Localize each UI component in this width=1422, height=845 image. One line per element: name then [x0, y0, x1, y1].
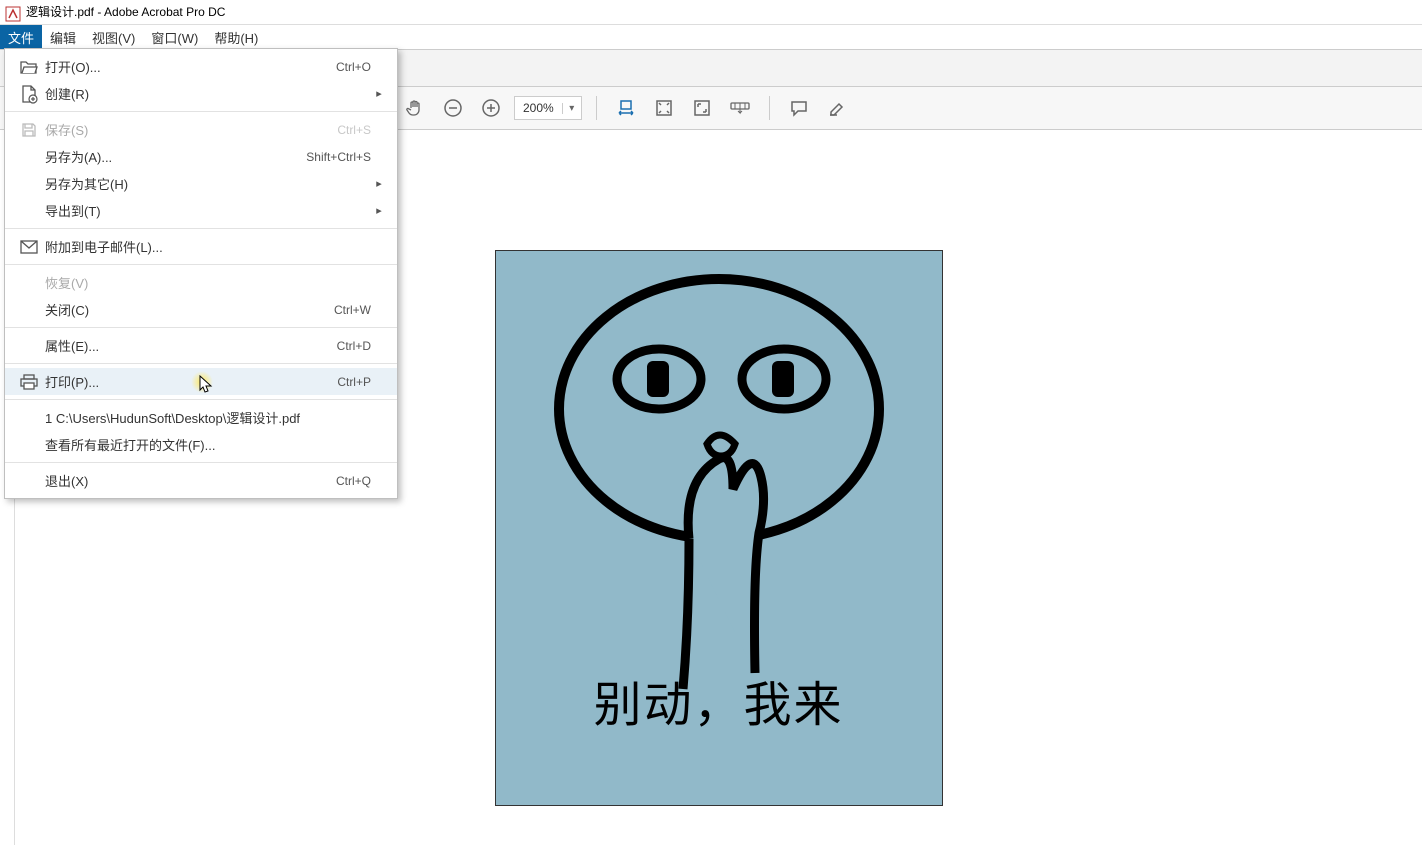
menu-item-view-recent[interactable]: 查看所有最近打开的文件(F)... [5, 431, 397, 458]
fit-page-button[interactable] [649, 93, 679, 123]
acrobat-icon [6, 5, 20, 19]
menu-item-export[interactable]: 导出到(T) ▸ [5, 197, 397, 224]
menu-help[interactable]: 帮助(H) [206, 25, 266, 49]
menu-item-open[interactable]: 打开(O)... Ctrl+O [5, 53, 397, 80]
image-caption: 别动，我来 [593, 665, 843, 735]
menu-item-attach-email[interactable]: 附加到电子邮件(L)... [5, 233, 397, 260]
fullscreen-button[interactable] [687, 93, 717, 123]
menu-item-saveas[interactable]: 另存为(A)... Shift+Ctrl+S [5, 143, 397, 170]
cursor-icon [199, 375, 213, 398]
menu-divider [5, 111, 397, 112]
menu-item-properties[interactable]: 属性(E)... Ctrl+D [5, 332, 397, 359]
file-add-icon [15, 85, 43, 103]
submenu-arrow-icon: ▸ [371, 87, 387, 100]
zoom-combo[interactable]: 200% ▾ [514, 96, 582, 120]
submenu-arrow-icon: ▸ [371, 177, 387, 190]
menu-divider [5, 264, 397, 265]
submenu-arrow-icon: ▸ [371, 204, 387, 217]
menu-item-print[interactable]: 打印(P)... Ctrl+P [5, 368, 397, 395]
menu-divider [5, 363, 397, 364]
cartoon-figure-image [539, 269, 899, 689]
menu-divider [5, 399, 397, 400]
menu-divider [5, 462, 397, 463]
menu-file[interactable]: 文件 [0, 25, 42, 49]
hand-tool-button[interactable] [400, 93, 430, 123]
menu-item-save: 保存(S) Ctrl+S [5, 116, 397, 143]
zoom-in-button[interactable] [476, 93, 506, 123]
highlight-button[interactable] [822, 93, 852, 123]
toolbar-separator [769, 96, 770, 120]
menu-item-revert: 恢复(V) [5, 269, 397, 296]
menu-window[interactable]: 窗口(W) [143, 25, 206, 49]
folder-open-icon [15, 59, 43, 75]
title-bar: 逻辑设计.pdf - Adobe Acrobat Pro DC [0, 0, 1422, 25]
file-menu-dropdown: 打开(O)... Ctrl+O 创建(R) ▸ 保存(S) Ctrl+S 另存为… [4, 48, 398, 499]
pdf-page: 别动，我来 [495, 250, 943, 806]
comment-button[interactable] [784, 93, 814, 123]
menu-item-exit[interactable]: 退出(X) Ctrl+Q [5, 467, 397, 494]
menu-item-close[interactable]: 关闭(C) Ctrl+W [5, 296, 397, 323]
menu-bar: 文件 编辑 视图(V) 窗口(W) 帮助(H) [0, 25, 1422, 50]
menu-item-create[interactable]: 创建(R) ▸ [5, 80, 397, 107]
toolbar-separator [596, 96, 597, 120]
menu-item-recent-1[interactable]: 1 C:\Users\HudunSoft\Desktop\逻辑设计.pdf [5, 404, 397, 431]
menu-item-saveas-other[interactable]: 另存为其它(H) ▸ [5, 170, 397, 197]
zoom-dropdown-icon[interactable]: ▾ [562, 103, 581, 114]
read-mode-button[interactable] [725, 93, 755, 123]
menu-edit[interactable]: 编辑 [42, 25, 84, 49]
window-title: 逻辑设计.pdf - Adobe Acrobat Pro DC [26, 0, 225, 24]
zoom-out-button[interactable] [438, 93, 468, 123]
print-icon [15, 374, 43, 390]
save-icon [15, 122, 43, 138]
mail-icon [15, 240, 43, 254]
fit-width-button[interactable] [611, 93, 641, 123]
menu-divider [5, 327, 397, 328]
menu-divider [5, 228, 397, 229]
menu-view[interactable]: 视图(V) [84, 25, 143, 49]
zoom-value: 200% [515, 101, 562, 115]
